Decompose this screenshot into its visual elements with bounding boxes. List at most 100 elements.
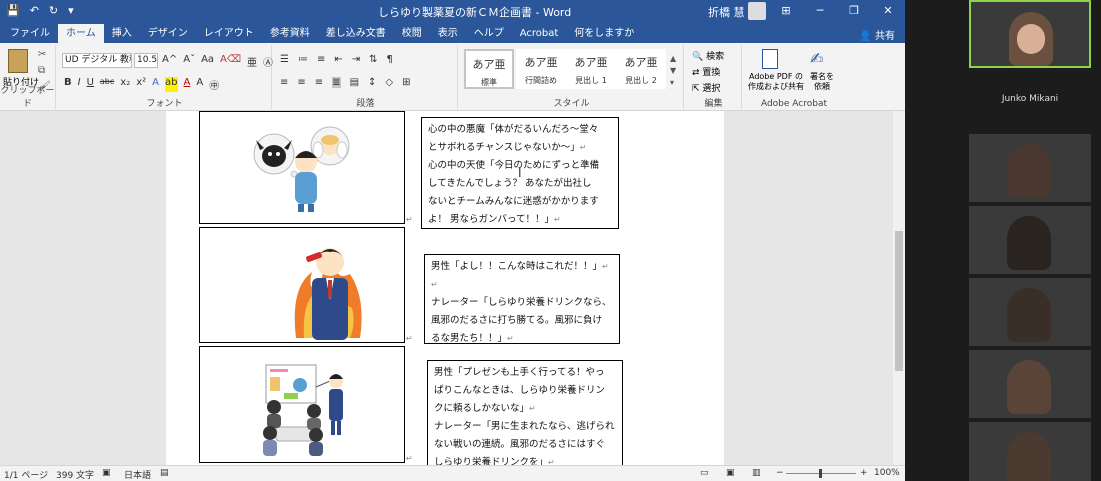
storyboard-image-frame-3[interactable]: [199, 346, 405, 463]
char-shading-icon[interactable]: A: [196, 77, 203, 92]
tab-file[interactable]: ファイル: [2, 24, 58, 43]
user-avatar[interactable]: [748, 2, 766, 20]
style-normal[interactable]: あア亜 標準: [464, 49, 514, 89]
ribbon-display-button[interactable]: ⊞: [769, 0, 803, 22]
tab-review[interactable]: 校閲: [394, 24, 430, 43]
read-mode-icon[interactable]: ▭: [700, 468, 709, 478]
tab-mailings[interactable]: 差し込み文書: [318, 24, 394, 43]
language[interactable]: 日本語: [124, 468, 151, 481]
line-spacing-icon[interactable]: ↕: [368, 77, 376, 88]
user-name[interactable]: 折橋 慧: [708, 4, 745, 20]
save-icon[interactable]: 💾: [6, 4, 20, 17]
participant-video-active[interactable]: [969, 0, 1091, 68]
font-size-select[interactable]: 10.5: [134, 53, 158, 68]
page-count[interactable]: 1/1 ページ: [4, 468, 48, 481]
cut-icon[interactable]: ✂: [38, 49, 46, 60]
tab-references[interactable]: 参考資料: [262, 24, 318, 43]
align-left-icon[interactable]: ≡: [280, 77, 288, 88]
distributed-icon[interactable]: ▤: [350, 77, 359, 88]
sort-icon[interactable]: ⇅: [369, 54, 377, 65]
storyboard-text-box-3[interactable]: 男性「プレゼンも上手く行ってる！やっ ぱりこんなときは、しらゆり栄養ドリン クに…: [427, 360, 623, 468]
superscript-button[interactable]: x²: [136, 77, 146, 92]
undo-icon[interactable]: ↶: [30, 4, 39, 17]
increase-indent-icon[interactable]: ⇥: [352, 54, 360, 65]
share-button[interactable]: 👤 共有: [859, 27, 895, 42]
customize-icon[interactable]: ▾: [68, 4, 74, 17]
tab-acrobat[interactable]: Acrobat: [512, 24, 567, 43]
restore-button[interactable]: ❐: [837, 0, 871, 22]
participant-name-tile[interactable]: Junko Mikani: [969, 74, 1091, 124]
clear-format-icon[interactable]: A⌫: [220, 54, 241, 69]
proofing-icon[interactable]: ▣: [102, 468, 111, 478]
underline-button[interactable]: U: [87, 77, 94, 92]
shrink-font-button[interactable]: Aˇ: [183, 54, 195, 69]
change-case-button[interactable]: Aa: [201, 54, 214, 69]
char-border-icon[interactable]: Ⓐ: [263, 54, 273, 69]
web-layout-icon[interactable]: ▥: [752, 468, 761, 478]
vertical-scrollbar[interactable]: [893, 111, 905, 465]
participant-video[interactable]: [969, 278, 1091, 346]
tab-help[interactable]: ヘルプ: [466, 24, 512, 43]
replace-button[interactable]: ⇄ 置換: [692, 65, 724, 81]
redo-icon[interactable]: ↻: [49, 4, 58, 17]
bold-button[interactable]: B: [64, 77, 72, 92]
justify-icon[interactable]: ≣: [332, 77, 341, 88]
zoom-slider-thumb[interactable]: [819, 469, 822, 478]
enclose-char-icon[interactable]: ㊥: [209, 77, 219, 92]
font-name-select[interactable]: UD デジタル 教科: [62, 53, 132, 68]
bullets-icon[interactable]: ☰: [280, 54, 289, 65]
word-count[interactable]: 399 文字: [56, 468, 94, 481]
request-signature-button[interactable]: 署名を依頼: [808, 72, 836, 92]
grow-font-button[interactable]: A^: [162, 54, 177, 69]
tab-design[interactable]: デザイン: [140, 24, 196, 43]
style-heading-2[interactable]: あア亜 見出し 2: [616, 49, 666, 89]
tell-me-search[interactable]: 何をしますか: [566, 24, 642, 43]
borders-icon[interactable]: ⊞: [402, 77, 410, 88]
numbering-icon[interactable]: ≔: [298, 54, 308, 65]
style-no-spacing[interactable]: あア亜 行間詰め: [516, 49, 566, 89]
style-heading-1[interactable]: あア亜 見出し 1: [566, 49, 616, 89]
shading-icon[interactable]: ◇: [385, 77, 393, 88]
participant-face: [1007, 144, 1051, 198]
scroll-thumb[interactable]: [895, 231, 903, 371]
zoom-level[interactable]: 100%: [874, 468, 900, 478]
document-page[interactable]: ↵ 心の中の悪魔「体がだるいんだろ～堂々 とサボれるチャンスじゃないか～」↵ 心…: [166, 111, 724, 468]
print-layout-icon[interactable]: ▣: [726, 468, 735, 478]
participant-video[interactable]: [969, 206, 1091, 274]
subscript-button[interactable]: x₂: [120, 77, 130, 92]
tab-layout[interactable]: レイアウト: [196, 24, 262, 43]
zoom-out-icon[interactable]: −: [776, 468, 784, 478]
show-marks-icon[interactable]: ¶: [387, 54, 393, 65]
zoom-in-icon[interactable]: +: [860, 468, 868, 478]
paste-icon[interactable]: [8, 49, 28, 73]
decrease-indent-icon[interactable]: ⇤: [334, 54, 342, 65]
select-button[interactable]: ⇱ 選択: [692, 81, 724, 97]
pdf-create-button[interactable]: Adobe PDF の作成および共有: [746, 72, 806, 92]
multilevel-list-icon[interactable]: ≡: [317, 54, 325, 65]
participant-video[interactable]: [969, 422, 1091, 481]
close-button[interactable]: ✕: [871, 0, 905, 22]
strikethrough-button[interactable]: abc: [100, 77, 114, 92]
find-button[interactable]: 🔍 検索: [692, 49, 724, 65]
tab-home[interactable]: ホーム: [58, 24, 104, 43]
font-color-icon[interactable]: A: [184, 77, 191, 92]
tab-view[interactable]: 表示: [430, 24, 466, 43]
storyboard-image-frame-2[interactable]: [199, 227, 405, 343]
participant-video[interactable]: [969, 134, 1091, 202]
storyboard-text-box-2[interactable]: 男性「よし！！こんな時はこれだ！！」↵ ↵ ナレーター「しらゆり栄養ドリンクなら…: [424, 254, 620, 344]
align-center-icon[interactable]: ≡: [297, 77, 305, 88]
minimize-button[interactable]: ─: [803, 0, 837, 22]
participant-video[interactable]: [969, 350, 1091, 418]
text-effects-icon[interactable]: A: [152, 77, 159, 92]
request-signature-icon[interactable]: ✍: [810, 49, 823, 68]
styles-scroll-icon[interactable]: ▲ ▼ ▾: [670, 53, 676, 89]
tab-insert[interactable]: 挿入: [104, 24, 140, 43]
italic-button[interactable]: I: [78, 77, 81, 92]
storyboard-image-frame-1[interactable]: [199, 111, 405, 224]
highlight-icon[interactable]: ab: [165, 77, 178, 92]
align-right-icon[interactable]: ≡: [315, 77, 323, 88]
phonetic-guide-icon[interactable]: 亜: [247, 54, 257, 69]
copy-icon[interactable]: ⧉: [38, 65, 45, 76]
macro-icon[interactable]: ▤: [160, 468, 169, 478]
pdf-create-icon[interactable]: [762, 49, 778, 69]
